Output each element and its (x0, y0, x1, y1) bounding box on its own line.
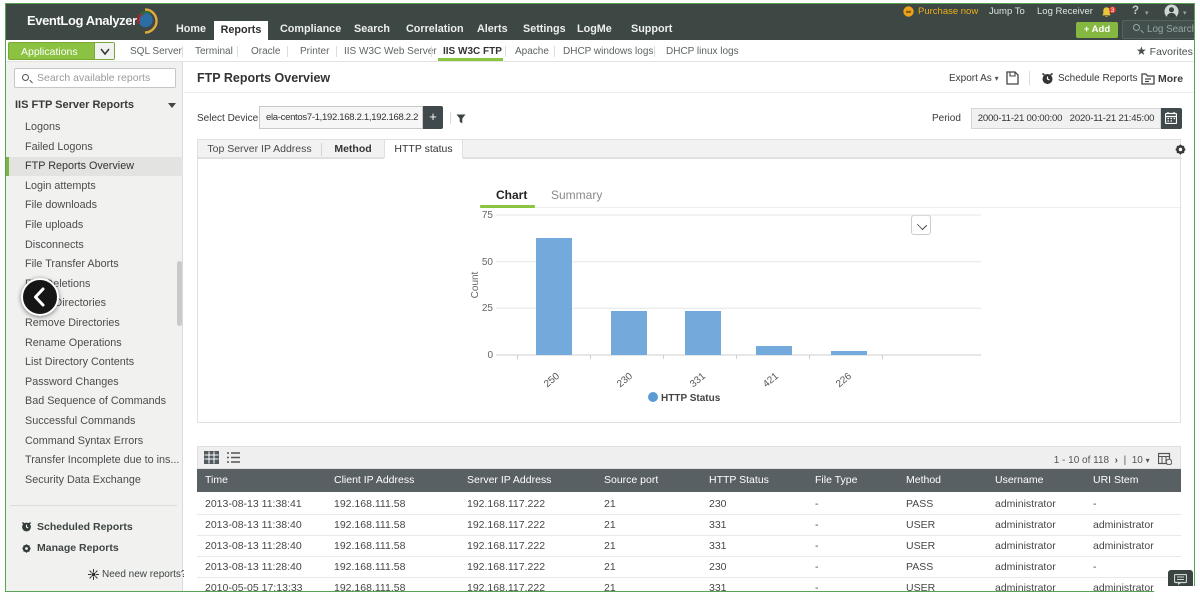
svg-text:331: 331 (688, 371, 708, 390)
svg-text:75: 75 (482, 210, 494, 221)
svg-text:0: 0 (487, 350, 493, 361)
svg-text:250: 250 (542, 371, 562, 390)
svg-text:230: 230 (615, 371, 635, 390)
svg-text:421: 421 (761, 371, 781, 390)
svg-text:HTTP Status: HTTP Status (661, 393, 721, 404)
svg-text:50: 50 (482, 257, 494, 268)
svg-text:Count: Count (470, 271, 481, 298)
svg-text:25: 25 (482, 303, 494, 314)
svg-text:226: 226 (834, 371, 854, 390)
